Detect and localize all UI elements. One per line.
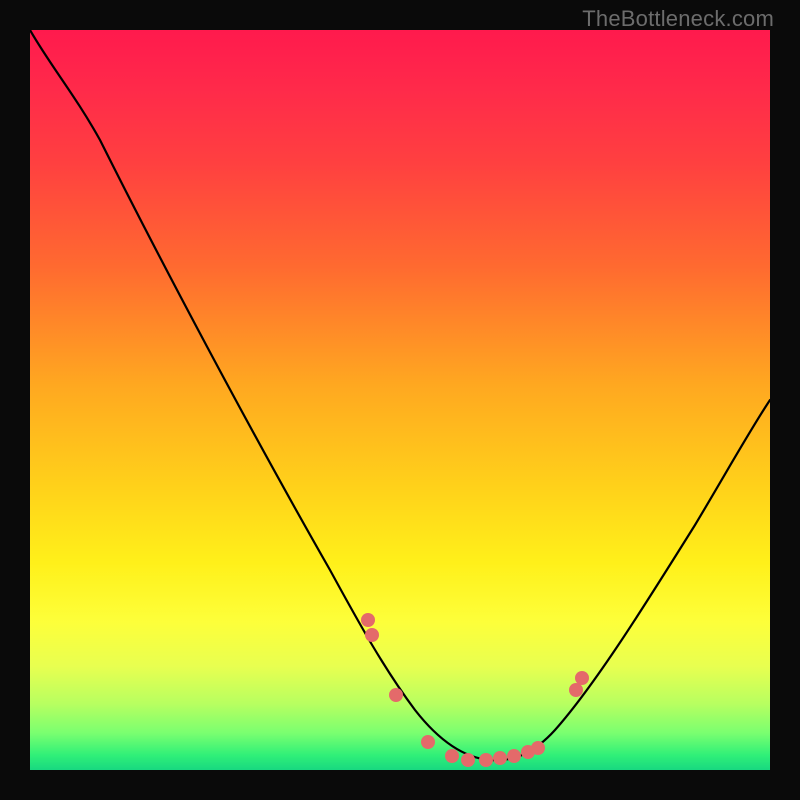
- highlight-dots: [361, 613, 589, 767]
- chart-frame: TheBottleneck.com: [0, 0, 800, 800]
- plot-area: [30, 30, 770, 770]
- bottleneck-curve: [30, 30, 770, 760]
- curve-layer: [30, 30, 770, 770]
- watermark-text: TheBottleneck.com: [582, 6, 774, 32]
